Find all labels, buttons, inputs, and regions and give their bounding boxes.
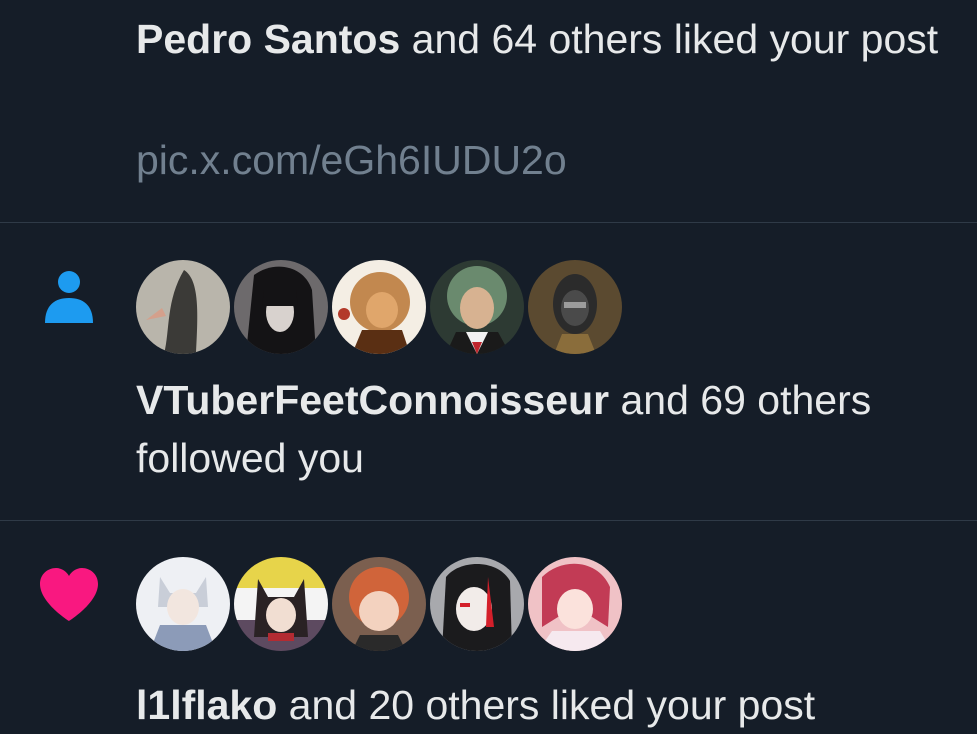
notification-follow[interactable]: VTuberFeetConnoisseur and 69 others foll…: [0, 223, 977, 519]
heart-icon: [38, 567, 100, 628]
actor-name[interactable]: VTuberFeetConnoisseur: [136, 377, 609, 423]
avatar[interactable]: [136, 557, 230, 651]
actor-name[interactable]: Pedro Santos: [136, 16, 400, 62]
avatar[interactable]: [528, 557, 622, 651]
avatar-row: [136, 557, 622, 653]
avatar[interactable]: [136, 260, 230, 354]
avatar-row: [136, 260, 622, 356]
post-link[interactable]: pic.x.com/eGh6IUDU2o: [136, 131, 567, 189]
notification-like-2[interactable]: l1lflako and 20 others liked your post: [0, 521, 977, 731]
notification-text: l1lflako and 20 others liked your post: [136, 676, 966, 734]
notification-message: and 64 others liked your post: [400, 16, 939, 62]
avatar[interactable]: [332, 557, 426, 651]
notification-like-1[interactable]: Pedro Santos and 64 others liked your po…: [0, 0, 977, 222]
notification-message: and 20 others liked your post: [277, 682, 816, 728]
avatar[interactable]: [234, 557, 328, 651]
avatar[interactable]: [430, 260, 524, 354]
notification-text: VTuberFeetConnoisseur and 69 others foll…: [136, 371, 966, 487]
avatar[interactable]: [332, 260, 426, 354]
notification-text: Pedro Santos and 64 others liked your po…: [136, 10, 966, 68]
avatar[interactable]: [234, 260, 328, 354]
person-icon: [40, 265, 98, 328]
avatar[interactable]: [528, 260, 622, 354]
actor-name[interactable]: l1lflako: [136, 682, 277, 728]
avatar[interactable]: [430, 557, 524, 651]
